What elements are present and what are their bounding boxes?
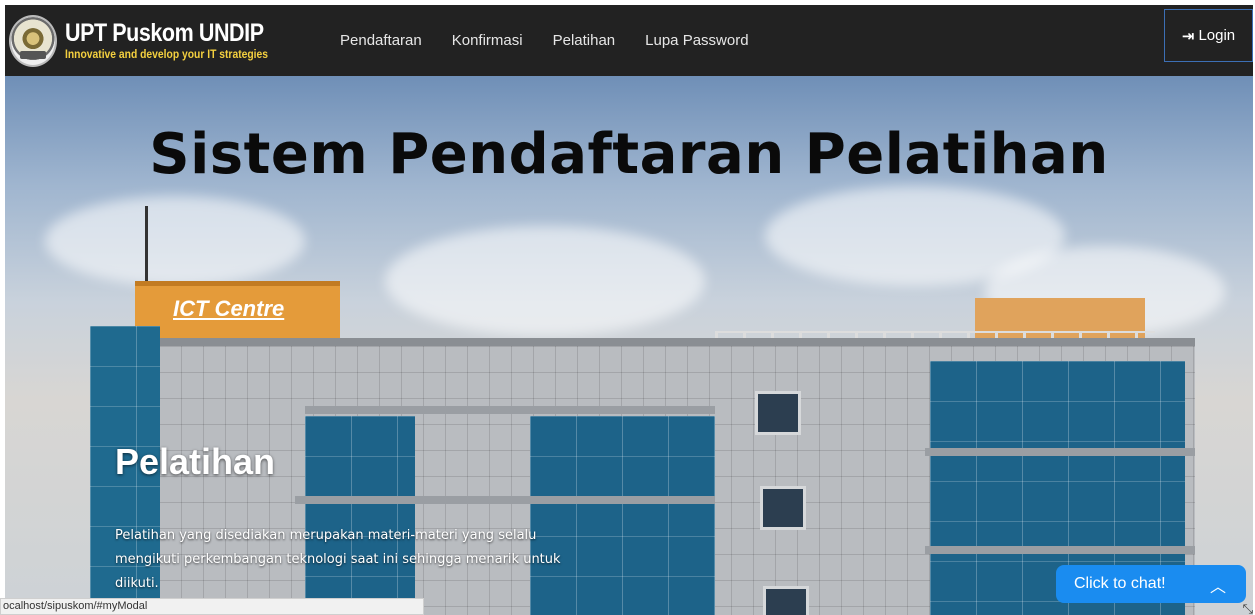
caption-text: Pelatihan yang disediakan merupakan mate… (115, 528, 561, 591)
nav-item-pelatihan[interactable]: Pelatihan (538, 32, 631, 49)
top-navbar: UPT Puskom UNDIP Innovative and develop … (5, 5, 1253, 76)
nav-menu: Pendaftaran Konfirmasi Pelatihan Lupa Pa… (325, 5, 764, 76)
antenna (145, 206, 148, 291)
sign-in-icon: ⇥ (1181, 27, 1195, 45)
cloud (385, 226, 705, 336)
brand-subtitle: Innovative and develop your IT strategie… (65, 47, 269, 61)
nav-item-lupa-password[interactable]: Lupa Password (630, 32, 763, 49)
ledge (295, 496, 715, 504)
browser-status-url: ocalhost/sipuskom/#myModal (0, 598, 424, 615)
chat-button[interactable]: Click to chat! ︿ (1056, 565, 1246, 603)
brand-link[interactable]: UPT Puskom UNDIP Innovative and develop … (9, 14, 301, 67)
window (763, 586, 809, 615)
ledge (925, 546, 1195, 554)
nav-item-pendaftaran[interactable]: Pendaftaran (325, 32, 437, 49)
undip-seal-icon (9, 14, 57, 67)
login-button[interactable]: ⇥ Login (1164, 9, 1253, 62)
chat-label: Click to chat! (1074, 575, 1166, 592)
building-sign: ICT Centre (173, 296, 285, 321)
login-label: Login (1198, 27, 1236, 44)
hero-carousel: ICT Centre Sistem Pendaftaran Pelatihan … (5, 76, 1253, 615)
brand-text: UPT Puskom UNDIP Innovative and develop … (65, 19, 301, 61)
nav-item-konfirmasi[interactable]: Konfirmasi (437, 32, 538, 49)
window (755, 391, 801, 435)
chevron-up-icon: ︿ (1209, 579, 1226, 596)
resize-handle-icon: ⤡ (1242, 601, 1253, 615)
hero-title: Sistem Pendaftaran Pelatihan (149, 122, 1109, 187)
brand-title: UPT Puskom UNDIP (65, 19, 264, 47)
window (760, 486, 806, 530)
ledge (925, 448, 1195, 456)
caption-title: Pelatihan (115, 441, 276, 482)
ledge (305, 406, 715, 414)
cloud (45, 196, 305, 286)
